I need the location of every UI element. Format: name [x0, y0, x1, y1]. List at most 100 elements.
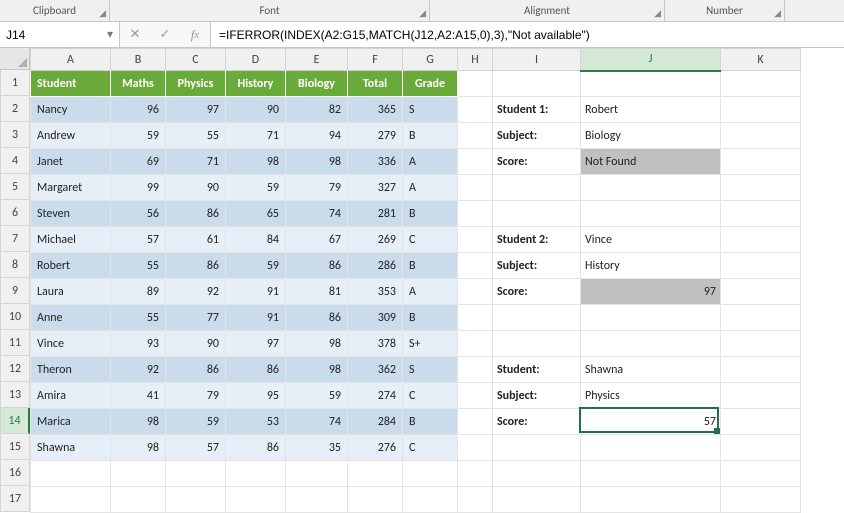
cell-B1[interactable]: Maths [111, 71, 166, 97]
cell-E9[interactable]: 81 [286, 279, 348, 305]
cell-J12[interactable]: Shawna [581, 357, 721, 383]
enter-icon[interactable]: ✓ [150, 27, 180, 42]
cell-B4[interactable]: 69 [111, 149, 166, 175]
cell-E7[interactable]: 67 [286, 227, 348, 253]
cell-F4[interactable]: 336 [348, 149, 403, 175]
cell-H16[interactable] [458, 461, 493, 487]
row-header-16[interactable]: 16 [0, 460, 30, 486]
cell-E17[interactable] [286, 487, 348, 513]
cell-I17[interactable] [493, 487, 581, 513]
cell-I2[interactable]: Student 1: [493, 97, 581, 123]
cell-I13[interactable]: Subject: [493, 383, 581, 409]
cell-H17[interactable] [458, 487, 493, 513]
cell-A16[interactable] [31, 461, 111, 487]
cell-I3[interactable]: Subject: [493, 123, 581, 149]
cell-A17[interactable] [31, 487, 111, 513]
row-header-9[interactable]: 9 [0, 278, 30, 304]
cell-J5[interactable] [581, 175, 721, 201]
cell-D7[interactable]: 84 [226, 227, 286, 253]
cell-D12[interactable]: 86 [226, 357, 286, 383]
cell-E11[interactable]: 98 [286, 331, 348, 357]
cell-G6[interactable]: B [403, 201, 458, 227]
cell-D10[interactable]: 91 [226, 305, 286, 331]
cell-K3[interactable] [721, 123, 801, 149]
cell-B14[interactable]: 98 [111, 409, 166, 435]
cell-K13[interactable] [721, 383, 801, 409]
cell-I10[interactable] [493, 305, 581, 331]
cell-C17[interactable] [166, 487, 226, 513]
col-header-J[interactable]: J [581, 49, 721, 71]
cell-J6[interactable] [581, 201, 721, 227]
cell-H5[interactable] [458, 175, 493, 201]
cell-A2[interactable]: Nancy [31, 97, 111, 123]
cell-D6[interactable]: 65 [226, 201, 286, 227]
col-header-D[interactable]: D [226, 49, 286, 71]
cell-G9[interactable]: A [403, 279, 458, 305]
cell-H6[interactable] [458, 201, 493, 227]
cell-C15[interactable]: 57 [166, 435, 226, 461]
dialog-launcher-icon[interactable]: ◢ [419, 8, 426, 19]
cell-J3[interactable]: Biology [581, 123, 721, 149]
cell-F5[interactable]: 327 [348, 175, 403, 201]
cell-I7[interactable]: Student 2: [493, 227, 581, 253]
cell-C14[interactable]: 59 [166, 409, 226, 435]
cell-F10[interactable]: 309 [348, 305, 403, 331]
cell-H7[interactable] [458, 227, 493, 253]
cell-D16[interactable] [226, 461, 286, 487]
cell-B7[interactable]: 57 [111, 227, 166, 253]
ribbon-group-alignment[interactable]: Alignment ◢ [430, 0, 665, 21]
dialog-launcher-icon[interactable]: ◢ [774, 8, 781, 19]
cell-I6[interactable] [493, 201, 581, 227]
cell-G4[interactable]: A [403, 149, 458, 175]
cell-G14[interactable]: B [403, 409, 458, 435]
cell-K8[interactable] [721, 253, 801, 279]
cell-I11[interactable] [493, 331, 581, 357]
cell-K16[interactable] [721, 461, 801, 487]
cell-B9[interactable]: 89 [111, 279, 166, 305]
cell-A10[interactable]: Anne [31, 305, 111, 331]
cell-K9[interactable] [721, 279, 801, 305]
cell-K5[interactable] [721, 175, 801, 201]
cell-C16[interactable] [166, 461, 226, 487]
cell-H9[interactable] [458, 279, 493, 305]
cell-F3[interactable]: 279 [348, 123, 403, 149]
cell-F6[interactable]: 281 [348, 201, 403, 227]
name-box[interactable]: ▾ [0, 22, 120, 47]
cell-K6[interactable] [721, 201, 801, 227]
cell-C9[interactable]: 92 [166, 279, 226, 305]
cell-J15[interactable] [581, 435, 721, 461]
cell-D5[interactable]: 59 [226, 175, 286, 201]
cell-D4[interactable]: 98 [226, 149, 286, 175]
cell-G15[interactable]: C [403, 435, 458, 461]
cell-J8[interactable]: History [581, 253, 721, 279]
cell-K11[interactable] [721, 331, 801, 357]
cell-F7[interactable]: 269 [348, 227, 403, 253]
cell-I8[interactable]: Subject: [493, 253, 581, 279]
cell-K1[interactable] [721, 71, 801, 97]
cell-A9[interactable]: Laura [31, 279, 111, 305]
row-header-17[interactable]: 17 [0, 486, 30, 512]
cell-D17[interactable] [226, 487, 286, 513]
cell-B2[interactable]: 96 [111, 97, 166, 123]
cell-D11[interactable]: 97 [226, 331, 286, 357]
cell-C1[interactable]: Physics [166, 71, 226, 97]
cell-E13[interactable]: 59 [286, 383, 348, 409]
cell-A5[interactable]: Margaret [31, 175, 111, 201]
cell-G17[interactable] [403, 487, 458, 513]
col-header-K[interactable]: K [721, 49, 801, 71]
cell-J9[interactable]: 97 [581, 279, 721, 305]
cell-C2[interactable]: 97 [166, 97, 226, 123]
cell-I12[interactable]: Student: [493, 357, 581, 383]
cell-C12[interactable]: 86 [166, 357, 226, 383]
cell-D13[interactable]: 95 [226, 383, 286, 409]
ribbon-group-clipboard[interactable]: Clipboard ◢ [0, 0, 110, 21]
cell-J4[interactable]: Not Found [581, 149, 721, 175]
cell-G1[interactable]: Grade [403, 71, 458, 97]
select-all-corner[interactable] [0, 48, 30, 70]
col-header-A[interactable]: A [31, 49, 111, 71]
cell-J17[interactable] [581, 487, 721, 513]
cell-E5[interactable]: 79 [286, 175, 348, 201]
grid[interactable]: ABCDEFGHIJK StudentMathsPhysicsHistoryBi… [30, 48, 801, 513]
cell-E16[interactable] [286, 461, 348, 487]
col-header-G[interactable]: G [403, 49, 458, 71]
